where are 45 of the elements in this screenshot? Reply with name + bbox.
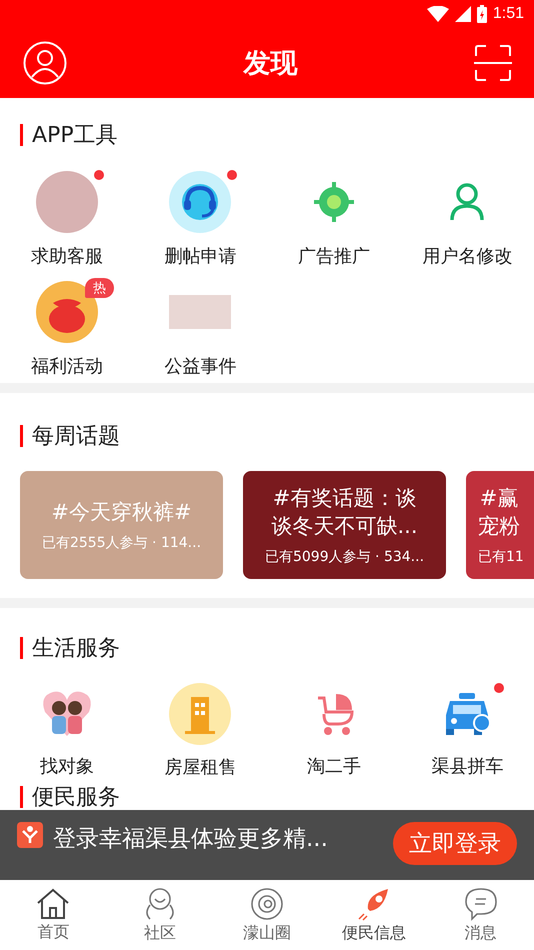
tool-label[interactable]: 用户名修改 <box>422 244 512 268</box>
service-label[interactable]: 找对象 <box>40 754 94 778</box>
login-button[interactable]: 立即登录 <box>393 822 517 865</box>
status-time: 1:51 <box>492 5 524 23</box>
topic-title: #今天穿秋裤# <box>51 499 192 526</box>
topic-meta: 已有5099人参与 · 534... <box>264 548 424 566</box>
topic-title: #有奖话题：谈 谈冬天不可缺... <box>271 485 418 540</box>
wifi-icon <box>426 6 449 22</box>
user-icon[interactable] <box>449 182 486 222</box>
building-icon[interactable] <box>169 683 232 745</box>
page-title: 发现 <box>244 47 298 81</box>
headset-icon[interactable] <box>169 171 232 233</box>
service-label[interactable]: 房屋租售 <box>164 755 236 779</box>
nav-tab[interactable]: 社区 <box>106 880 214 950</box>
tool-label[interactable]: 福利活动 <box>30 354 103 378</box>
battery-icon <box>476 5 487 23</box>
login-prompt: 登录幸福渠县体验更多精... <box>53 825 328 854</box>
hot-badge: 热 <box>84 278 114 298</box>
tool-label[interactable]: 删帖申请 <box>164 244 236 268</box>
section-title: APP工具 <box>32 122 118 150</box>
user-avatar-icon[interactable] <box>23 41 67 85</box>
section-title: 每周话题 <box>32 423 120 451</box>
topic-title: #赢 宠粉 <box>478 485 520 540</box>
orbit-icon <box>250 886 284 920</box>
nav-tab[interactable]: 便民信息 <box>320 880 428 950</box>
section-title: 生活服务 <box>32 635 120 663</box>
signal-icon <box>454 6 471 22</box>
section-title: 便民服务 <box>32 784 120 812</box>
tool-label[interactable]: 公益事件 <box>164 354 236 378</box>
scan-icon[interactable] <box>474 44 512 82</box>
topic-meta: 已有2555人参与 · 114... <box>42 534 202 552</box>
home-icon <box>36 888 70 920</box>
app-logo-icon <box>17 822 43 848</box>
service-label[interactable]: 渠县拼车 <box>431 754 504 778</box>
target-icon[interactable] <box>312 180 356 224</box>
tool-label[interactable]: 广告推广 <box>298 244 370 268</box>
tool-label[interactable]: 求助客服 <box>30 244 103 268</box>
topic-meta: 已有11 <box>478 548 524 566</box>
nav-tab[interactable]: 首页 <box>0 880 107 950</box>
chat-icon <box>464 886 498 920</box>
nav-tab[interactable]: 消息 <box>427 880 534 950</box>
service-label[interactable]: 淘二手 <box>306 754 361 778</box>
topic-card[interactable]: #有奖话题：谈 谈冬天不可缺... 已有5099人参与 · 534... <box>243 471 446 579</box>
nav-tab[interactable]: 濛山圈 <box>214 880 320 950</box>
topic-card[interactable]: #赢 宠粉 已有11 <box>466 471 534 579</box>
